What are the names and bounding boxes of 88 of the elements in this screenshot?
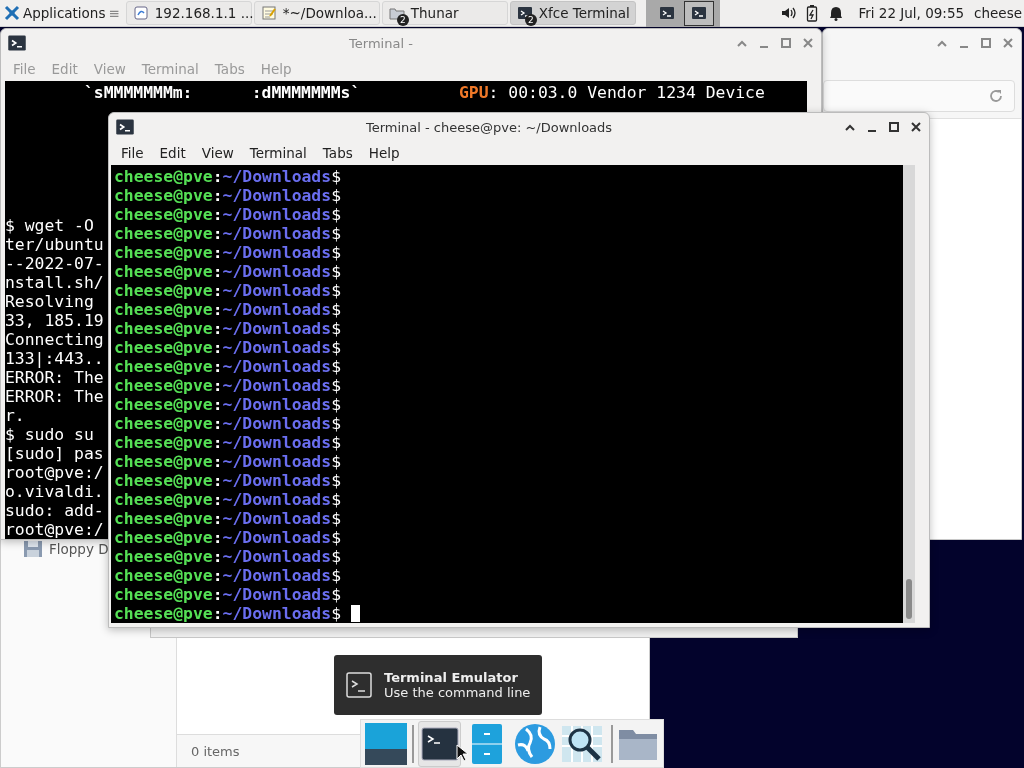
menu-item[interactable]: Terminal: [241, 145, 315, 161]
clock[interactable]: Fri 22 Jul, 09:55: [858, 5, 965, 21]
terminal-line: $ sudo su: [5, 425, 94, 444]
menu-item[interactable]: Tabs: [314, 145, 361, 161]
prompt-line: cheese@pve:~/Downloads$: [114, 604, 341, 623]
prompt-line: cheese@pve:~/Downloads$: [114, 471, 341, 490]
terminal-line: ter/ubuntu: [5, 235, 104, 254]
terminal-icon: [115, 117, 135, 137]
prompt-line: cheese@pve:~/Downloads$: [114, 566, 341, 585]
terminal-line: ERROR: The: [5, 387, 104, 406]
x-logo-icon: [4, 5, 20, 21]
terminal-icon: [420, 726, 459, 761]
terminal-line: `sMMMMMMMm: :dMMMMMMMs` GPU: 00:03.0 Vendor 1234 Device: [82, 83, 765, 102]
terminal-line: $ wget -O: [5, 216, 94, 235]
prompt-line: cheese@pve:~/Downloads$: [114, 376, 341, 395]
tooltip-text: Use the command line: [384, 685, 531, 700]
terminal-line: sudo: add-: [5, 501, 104, 520]
task-button[interactable]: 2 Thunar: [381, 1, 508, 25]
window-title: Terminal -: [348, 35, 414, 51]
launcher-button[interactable]: [364, 720, 408, 767]
scrollbar-thumb[interactable]: [906, 579, 912, 619]
terminal-line: root@pve:/: [5, 463, 104, 482]
terminal-line: r.: [5, 406, 25, 425]
menu-item[interactable]: Help: [360, 145, 408, 161]
terminal-line: --2022-07-: [5, 254, 104, 273]
maximize-button[interactable]: [887, 120, 901, 134]
terminal-line: ERROR: The: [5, 368, 104, 387]
prompt-line: cheese@pve:~/Downloads$: [114, 528, 341, 547]
bell-icon[interactable]: [828, 5, 845, 21]
terminal-line: Connecting: [5, 330, 104, 349]
prompt-line: cheese@pve:~/Downloads$: [114, 414, 341, 433]
mouse-pointer-icon: [456, 744, 468, 762]
terminal-line: 133|:443..: [5, 349, 104, 368]
prompt-line: cheese@pve:~/Downloads$: [114, 547, 341, 566]
prompt-line: cheese@pve:~/Downloads$: [114, 433, 341, 452]
applications-menu[interactable]: Applications ≡: [0, 0, 124, 26]
battery-icon[interactable]: [806, 4, 819, 22]
terminal-icon: [690, 5, 707, 21]
terminal-icon: [658, 5, 675, 21]
prompt-line: cheese@pve:~/Downloads$: [114, 585, 341, 604]
sidebar-item[interactable]: Floppy D: [23, 539, 109, 559]
cabinet-icon: [472, 723, 502, 764]
prompt-line: cheese@pve:~/Downloads$: [114, 167, 341, 186]
prompt-line: cheese@pve:~/Downloads$: [114, 205, 341, 224]
prompt-line: cheese@pve:~/Downloads$: [114, 281, 341, 300]
reload-icon[interactable]: [988, 88, 1004, 104]
floppy-icon: [23, 540, 43, 558]
close-button[interactable]: [909, 120, 923, 134]
prompt-line: cheese@pve:~/Downloads$: [114, 300, 341, 319]
task-button[interactable]: 2 Xfce Terminal: [509, 1, 636, 25]
scrollbar[interactable]: [903, 165, 915, 623]
terminal-line: 33, 185.19: [5, 311, 104, 330]
user-name[interactable]: cheese: [974, 5, 1022, 21]
prompt-line: cheese@pve:~/Downloads$: [114, 262, 341, 281]
page-icon: [132, 5, 149, 21]
address-field[interactable]: [823, 80, 1015, 112]
menu-item[interactable]: File: [113, 145, 152, 161]
tooltip-title: Terminal Emulator: [384, 670, 519, 685]
prompt-line: cheese@pve:~/Downloads$: [114, 224, 341, 243]
prompt-line: cheese@pve:~/Downloads$: [114, 186, 341, 205]
terminal-icon: [7, 33, 27, 53]
menu-item[interactable]: View: [193, 145, 242, 161]
prompt-line: cheese@pve:~/Downloads$: [114, 338, 341, 357]
workspace-button[interactable]: [683, 0, 714, 26]
prompt-line: cheese@pve:~/Downloads$: [114, 357, 341, 376]
prompt-line: cheese@pve:~/Downloads$: [114, 243, 341, 262]
task-button[interactable]: 192.168.1.1 ...: [125, 1, 252, 25]
prompt-line: cheese@pve:~/Downloads$: [114, 452, 341, 471]
terminal-icon: [346, 672, 372, 698]
prompt-line: cheese@pve:~/Downloads$: [114, 395, 341, 414]
notepad-icon: [260, 5, 277, 21]
terminal-line: nstall.sh/: [5, 273, 104, 292]
terminal-line: [sudo] pas: [5, 444, 104, 463]
prompt-line: cheese@pve:~/Downloads$: [114, 319, 341, 338]
speaker-icon[interactable]: [780, 5, 797, 21]
prompt-line: cheese@pve:~/Downloads$: [114, 490, 341, 509]
terminal-icon: [516, 5, 533, 21]
terminal-line: Resolving: [5, 292, 94, 311]
menu-icon: ≡: [108, 5, 120, 21]
terminal-line: root@pve:/: [5, 520, 104, 539]
launcher-button[interactable]: [417, 720, 462, 767]
globe-icon: [513, 722, 556, 765]
prompt-line: cheese@pve:~/Downloads$: [114, 509, 341, 528]
desktop-icon: [365, 722, 407, 765]
menu-item[interactable]: Edit: [151, 145, 194, 161]
terminal-line: o.vivaldi.: [5, 482, 104, 501]
window-title: Terminal - cheese@pve: ~/Downloads: [364, 119, 614, 135]
task-button[interactable]: *~/Downloa...: [253, 1, 380, 25]
